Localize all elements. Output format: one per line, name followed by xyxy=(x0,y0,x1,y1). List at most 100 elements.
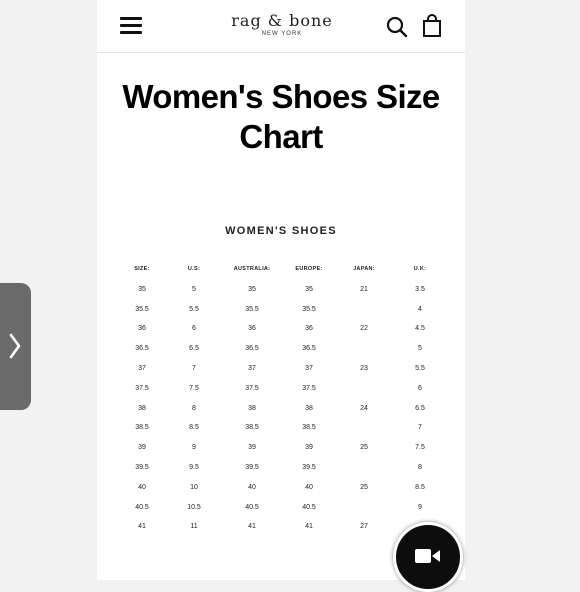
table-cell-size: 37.5 xyxy=(135,384,149,392)
column-header-europe: EUROPE: xyxy=(295,266,323,272)
column-header-size: SIZE: xyxy=(134,266,150,272)
table-row: 39 9 39 39 25 7.5 xyxy=(117,444,447,464)
table-cell-us: 6.5 xyxy=(189,345,199,353)
table-cell-europe: 38.5 xyxy=(302,424,316,432)
table-cell-uk: 8.5 xyxy=(415,483,425,491)
table-cell-size: 40 xyxy=(138,483,146,491)
column-header-uk: U.K: xyxy=(413,266,427,272)
table-cell-australia: 36.5 xyxy=(245,345,259,353)
table-cell-europe: 39.5 xyxy=(302,463,316,471)
table-cell-australia: 38 xyxy=(248,404,256,412)
table-cell-australia: 37.5 xyxy=(245,384,259,392)
table-cell-australia: 36 xyxy=(248,325,256,333)
page-title: Women's Shoes Size Chart xyxy=(97,77,465,157)
web-page: rag & bone NEW YORK Women's Shoes Size C… xyxy=(97,0,465,580)
table-cell-europe: 36 xyxy=(305,325,313,333)
table-row: 39.5 9.5 39.5 39.5 8 xyxy=(117,464,447,484)
table-row: 35.5 5.5 35.5 35.5 4 xyxy=(117,306,447,326)
table-cell-us: 5.5 xyxy=(189,305,199,313)
table-cell-japan: 25 xyxy=(360,444,368,452)
table-cell-uk: 4.5 xyxy=(415,325,425,333)
table-cell-australia: 39 xyxy=(248,444,256,452)
table-cell-europe: 35.5 xyxy=(302,305,316,313)
table-cell-australia: 39.5 xyxy=(245,463,259,471)
table-cell-uk: 5 xyxy=(418,345,422,353)
column-header-us: U.S: xyxy=(187,266,201,272)
column-header-australia: AUSTRALIA: xyxy=(233,266,271,272)
brand-logo[interactable]: rag & bone NEW YORK xyxy=(197,12,367,38)
table-cell-australia: 35 xyxy=(248,285,256,293)
table-cell-us: 10 xyxy=(190,483,198,491)
table-row: 40.5 10.5 40.5 40.5 9 xyxy=(117,504,447,524)
table-header-row: SIZE: U.S: AUSTRALIA: EUROPE: JAPAN: U.K… xyxy=(117,266,447,286)
table-cell-australia: 40 xyxy=(248,483,256,491)
table-row: 38.5 8.5 38.5 38.5 7 xyxy=(117,424,447,444)
page-title-line-2: Chart xyxy=(239,118,323,155)
table-cell-australia: 41 xyxy=(248,523,256,531)
table-row: 35 5 35 35 21 3.5 xyxy=(117,286,447,306)
table-cell-us: 7 xyxy=(192,364,196,372)
table-cell-japan: 27 xyxy=(360,523,368,531)
table-cell-japan: 22 xyxy=(360,325,368,333)
shopping-bag-icon[interactable] xyxy=(422,14,442,38)
table-cell-us: 11 xyxy=(190,523,198,531)
table-cell-size: 40.5 xyxy=(135,503,149,511)
table-cell-japan: 24 xyxy=(360,404,368,412)
table-cell-us: 10.5 xyxy=(187,503,201,511)
table-cell-europe: 37.5 xyxy=(302,384,316,392)
table-cell-europe: 37 xyxy=(305,364,313,372)
table-cell-uk: 7 xyxy=(418,424,422,432)
table-cell-size: 41 xyxy=(138,523,146,531)
table-cell-size: 35.5 xyxy=(135,305,149,313)
table-cell-uk: 4 xyxy=(418,305,422,313)
table-row: 40 10 40 40 25 8.5 xyxy=(117,484,447,504)
table-cell-australia: 38.5 xyxy=(245,424,259,432)
brand-subtitle: NEW YORK xyxy=(261,31,303,37)
hamburger-menu-icon[interactable] xyxy=(120,17,142,35)
table-row: 37.5 7.5 37.5 37.5 6 xyxy=(117,385,447,405)
table-cell-japan: 21 xyxy=(360,285,368,293)
video-camera-icon xyxy=(415,549,440,563)
side-panel-toggle[interactable] xyxy=(0,283,31,410)
table-cell-europe: 39 xyxy=(305,444,313,452)
table-cell-size: 36.5 xyxy=(135,345,149,353)
table-cell-us: 9.5 xyxy=(189,463,199,471)
table-cell-us: 5 xyxy=(192,285,196,293)
search-icon[interactable] xyxy=(386,16,408,38)
table-cell-size: 38 xyxy=(138,404,146,412)
table-cell-uk: 6.5 xyxy=(415,404,425,412)
video-chat-button[interactable] xyxy=(393,522,463,592)
table-cell-japan: 25 xyxy=(360,483,368,491)
table-cell-uk: 6 xyxy=(418,384,422,392)
table-cell-us: 7.5 xyxy=(189,384,199,392)
table-row: 38 8 38 38 24 6.5 xyxy=(117,405,447,425)
table-cell-size: 35 xyxy=(138,285,146,293)
table-cell-uk: 3.5 xyxy=(415,285,425,293)
table-cell-us: 8.5 xyxy=(189,424,199,432)
column-header-japan: JAPAN: xyxy=(353,266,375,272)
chevron-right-icon xyxy=(9,333,21,359)
table-cell-size: 39 xyxy=(138,444,146,452)
page-title-line-1: Women's Shoes Size xyxy=(122,78,440,115)
table-cell-us: 6 xyxy=(192,325,196,333)
table-cell-uk: 7.5 xyxy=(415,444,425,452)
table-cell-europe: 41 xyxy=(305,523,313,531)
table-cell-us: 8 xyxy=(192,404,196,412)
size-table: SIZE: U.S: AUSTRALIA: EUROPE: JAPAN: U.K… xyxy=(117,266,447,543)
table-cell-us: 9 xyxy=(192,444,196,452)
table-cell-uk: 5.5 xyxy=(415,364,425,372)
brand-name: rag & bone xyxy=(231,11,333,30)
table-cell-europe: 40.5 xyxy=(302,503,316,511)
size-table-heading: WOMEN'S SHOES xyxy=(225,225,337,237)
table-body: 35 5 35 35 21 3.5 35.5 5.5 35.5 35.5 4 36 6 36 36 22 4.5… xyxy=(117,286,447,543)
table-cell-size: 38.5 xyxy=(135,424,149,432)
table-cell-europe: 38 xyxy=(305,404,313,412)
table-cell-australia: 40.5 xyxy=(245,503,259,511)
table-cell-europe: 35 xyxy=(305,285,313,293)
site-header: rag & bone NEW YORK xyxy=(97,0,465,53)
table-cell-europe: 36.5 xyxy=(302,345,316,353)
table-cell-europe: 40 xyxy=(305,483,313,491)
table-cell-uk: 9 xyxy=(418,503,422,511)
table-cell-japan: 23 xyxy=(360,364,368,372)
table-cell-size: 36 xyxy=(138,325,146,333)
